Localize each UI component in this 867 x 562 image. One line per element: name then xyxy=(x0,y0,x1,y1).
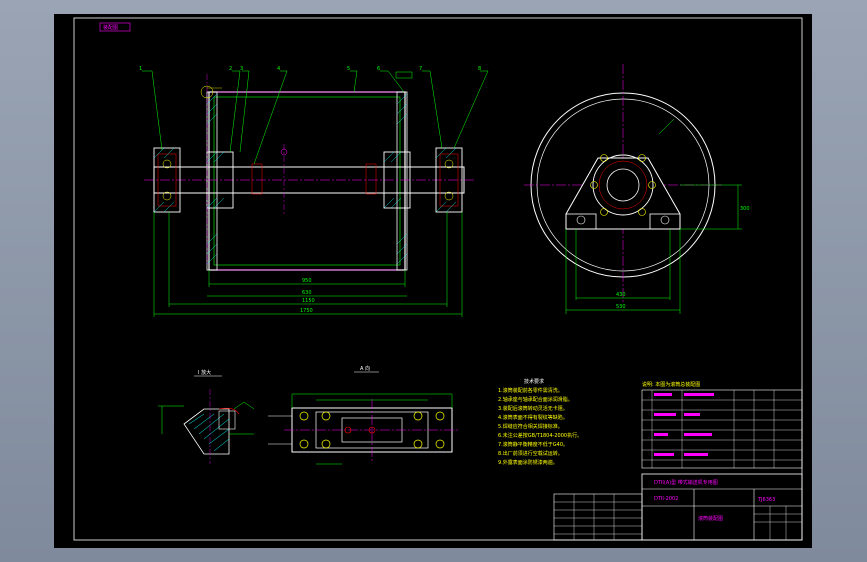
drum-shell xyxy=(208,91,406,271)
drum-inner xyxy=(213,96,401,266)
dim-base-width: 430 xyxy=(616,292,626,298)
dim-overall-length: 1750 xyxy=(300,308,313,314)
tech-req-line-3: 3.装配后滚筒转动灵活无卡阻。 xyxy=(498,405,568,412)
tech-req-line-2: 2.轴承座与轴承配合面涂润滑脂。 xyxy=(498,396,573,403)
tech-req-line-1: 1.滚筒装配前各零件需清洗。 xyxy=(498,387,563,394)
dim-base-width-2: 530 xyxy=(616,304,626,310)
tech-req-heading: 技术要求 xyxy=(524,378,544,385)
tech-req-line-4: 4.滚筒表面不得有裂纹等缺陷。 xyxy=(498,414,568,421)
detail-i-view: I 放大 xyxy=(158,369,255,464)
part-number-3: 3 xyxy=(240,66,243,72)
dim-shaft-length: 1150 xyxy=(302,298,315,304)
part-title: 滚筒装配图 xyxy=(698,515,723,522)
tech-req-line-7: 7.滚筒静平衡精度不低于G40。 xyxy=(498,441,568,448)
part-number-2: 2 xyxy=(229,66,232,72)
drawing-number: DTII-2002 xyxy=(654,496,678,502)
cad-drawing-viewport[interactable]: 装配图 1 2 3 4 5 6 7 8 950 630 1150 1750 43… xyxy=(54,14,812,548)
school-line: DTII(A)型 带式输送机专用图 xyxy=(654,479,718,486)
bom-note: 说明: 本图为滚筒总装配图 xyxy=(642,381,700,388)
detail-i-label: I 放大 xyxy=(198,369,211,376)
dim-bearing-span: 630 xyxy=(302,290,312,296)
view-a: A 向 xyxy=(268,365,460,465)
part-number-6: 6 xyxy=(377,66,380,72)
part-number-1: 1 xyxy=(139,66,142,72)
view-a-label: A 向 xyxy=(360,365,370,372)
part-number-4: 4 xyxy=(277,66,280,72)
bom-table: 说明: 本图为滚筒总装配图 xyxy=(641,381,803,469)
title-block: DTII(A)型 带式输送机专用图 TJ6363 DTII-2002 滚筒装配图 xyxy=(553,473,803,541)
drawing-border xyxy=(73,17,803,541)
part-number-8: 8 xyxy=(478,66,481,72)
dim-drum-length: 950 xyxy=(302,278,312,284)
tech-req-line-9: 9.外露表面涂防锈漆两遍。 xyxy=(498,459,558,466)
cad-drawing-canvas: 装配图 1 2 3 4 5 6 7 8 950 630 1150 1750 43… xyxy=(73,17,803,541)
side-view: 430 530 300 xyxy=(524,64,750,314)
title-block-name: TJ6363 xyxy=(757,497,775,503)
tech-req-line-5: 5.焊缝应符合相关焊接标准。 xyxy=(498,423,563,430)
front-view: 1 2 3 4 5 6 7 8 950 630 1150 1750 xyxy=(139,66,489,317)
part-number-5: 5 xyxy=(347,66,350,72)
tech-req-line-8: 8.出厂前须进行空载试运转。 xyxy=(498,450,563,457)
part-number-7: 7 xyxy=(419,66,422,72)
dim-height: 300 xyxy=(740,206,750,212)
tech-requirements: 技术要求 1.滚筒装配前各零件需清洗。 2.轴承座与轴承配合面涂润滑脂。 3.装… xyxy=(498,378,582,466)
title-tag: 装配图 xyxy=(103,24,118,31)
tech-req-line-6: 6.未注公差按GB/T1804-2000执行。 xyxy=(498,432,582,439)
